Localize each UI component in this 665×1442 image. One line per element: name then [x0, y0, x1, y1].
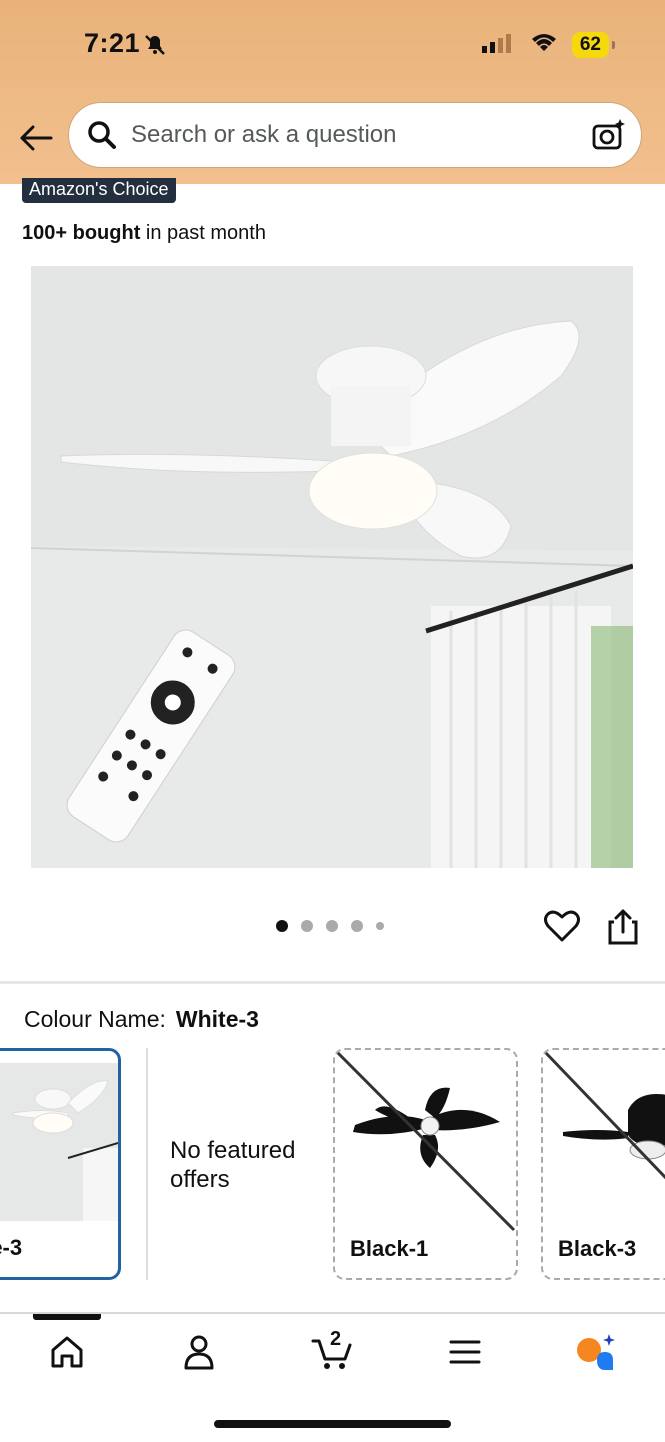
home-indicator	[214, 1420, 451, 1428]
active-tab-indicator	[33, 1314, 101, 1320]
search-input[interactable]	[129, 120, 573, 150]
carousel-dot[interactable]	[276, 920, 288, 932]
bought-suffix: in past month	[140, 222, 266, 244]
colour-name-value: White-3	[175, 1006, 259, 1032]
swatch-separator	[146, 1048, 148, 1280]
bought-in-past-month: 100+ bought in past month	[22, 222, 266, 245]
carousel-dot[interactable]	[376, 922, 384, 930]
user-icon	[184, 1335, 214, 1370]
search-icon	[87, 120, 117, 150]
carousel-dot[interactable]	[326, 920, 338, 932]
wifi-icon	[530, 33, 558, 58]
nav-home[interactable]	[45, 1330, 89, 1374]
hamburger-menu-icon	[449, 1340, 481, 1364]
product-image[interactable]	[31, 266, 633, 868]
back-button[interactable]	[16, 118, 56, 158]
swatch-white-3[interactable]: te-3	[0, 1048, 121, 1280]
nav-menu[interactable]	[443, 1330, 487, 1374]
carousel-dot[interactable]	[351, 920, 363, 932]
nav-account[interactable]	[177, 1330, 221, 1374]
section-divider	[0, 981, 665, 984]
amazons-choice-badge: Amazon's Choice	[22, 178, 176, 203]
status-indicators: 62	[481, 32, 616, 58]
home-icon	[51, 1336, 83, 1368]
status-time: 7:21	[84, 28, 141, 58]
heart-icon[interactable]	[544, 909, 580, 948]
carousel-dot[interactable]	[301, 920, 313, 932]
share-icon[interactable]	[606, 908, 640, 951]
silent-bell-icon	[143, 33, 167, 62]
swatch-black-3[interactable]: Black-3	[541, 1048, 665, 1280]
signal-icon	[481, 33, 516, 58]
nav-rufus[interactable]	[574, 1330, 618, 1374]
battery-indicator: 62	[571, 32, 616, 58]
rufus-assistant-icon	[577, 1334, 615, 1370]
swatch-label: Black-1	[350, 1236, 429, 1261]
cart-count: 2	[330, 1328, 342, 1350]
no-featured-offers: No featured offers	[170, 1137, 296, 1193]
image-carousel-dots[interactable]	[276, 920, 384, 932]
camera-lens-icon[interactable]	[591, 117, 627, 153]
swatch-black-1[interactable]: Black-1	[333, 1048, 518, 1280]
colour-name-label: Colour Name: White-3	[24, 1006, 259, 1033]
bought-count: 100+ bought	[22, 222, 141, 244]
arrow-left-icon	[20, 125, 53, 151]
search-bar[interactable]	[68, 102, 642, 168]
swatch-label: te-3	[0, 1235, 23, 1260]
swatch-label: Black-3	[558, 1236, 637, 1261]
colour-name-heading: Colour Name:	[24, 1006, 166, 1032]
